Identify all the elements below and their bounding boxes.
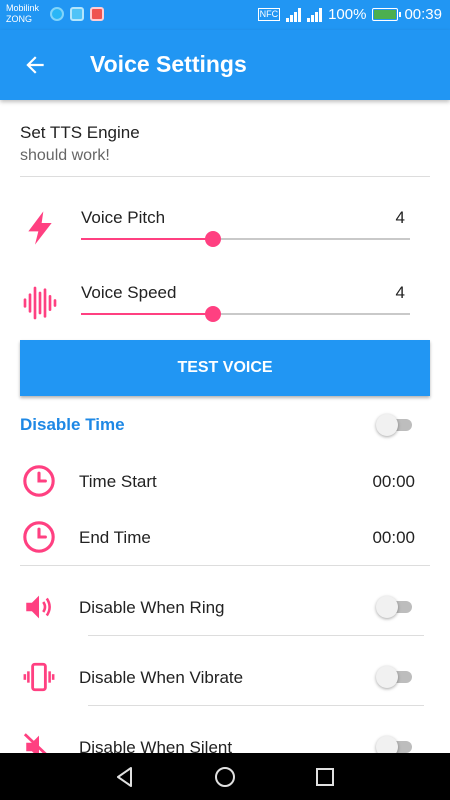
voice-pitch-slider[interactable]	[81, 231, 410, 247]
tts-engine-label: Set TTS Engine	[20, 123, 140, 142]
test-voice-button[interactable]: TEST VOICE	[20, 340, 430, 396]
soundwave-icon	[23, 286, 57, 320]
end-time-label: End Time	[79, 528, 151, 547]
time-start-label: Time Start	[79, 472, 157, 491]
carrier-line-2: ZONG	[6, 14, 32, 24]
voice-pitch-thumb[interactable]	[205, 231, 221, 247]
recents-square-icon[interactable]	[313, 765, 337, 789]
divider	[88, 635, 424, 636]
app-notification-icon	[50, 7, 64, 21]
phone-vibrate-icon	[23, 662, 55, 692]
home-circle-icon[interactable]	[213, 765, 237, 789]
sad-face-notification-icon	[90, 7, 104, 21]
disable-time-switch[interactable]	[376, 414, 416, 436]
divider	[20, 565, 430, 566]
battery-percent: 100%	[328, 6, 367, 23]
disable-time-title: Disable Time	[20, 415, 125, 434]
status-right: NFC 100% 00:39	[257, 6, 442, 23]
voice-speed-thumb[interactable]	[205, 306, 221, 322]
disable-vibrate-label: Disable When Vibrate	[79, 668, 244, 687]
clock: 00:39	[404, 6, 442, 23]
disable-ring-switch[interactable]	[376, 596, 416, 618]
app-bar: Voice Settings	[0, 30, 450, 100]
end-time-value: 00:00	[372, 528, 415, 547]
battery-icon	[372, 8, 402, 21]
time-start-value: 00:00	[372, 472, 415, 491]
divider	[20, 176, 430, 177]
voice-pitch-row: Voice Pitch 4	[0, 196, 450, 266]
page-title: Voice Settings	[90, 51, 247, 77]
nfc-icon: NFC	[257, 8, 281, 21]
clock-icon	[23, 521, 55, 553]
lightning-icon	[28, 211, 52, 245]
carrier-line-1: Mobilink	[6, 3, 40, 13]
clock-icon	[23, 465, 55, 497]
signal-icon-2	[307, 7, 323, 22]
divider	[88, 705, 424, 706]
voice-pitch-value: 4	[395, 208, 405, 227]
voice-speed-slider[interactable]	[81, 306, 410, 322]
disable-vibrate-switch[interactable]	[376, 666, 416, 688]
notification-icons	[50, 7, 104, 21]
back-triangle-icon[interactable]	[113, 765, 137, 789]
signal-icon	[286, 7, 302, 22]
arrow-back-icon[interactable]	[22, 52, 48, 78]
voice-pitch-label: Voice Pitch	[81, 208, 166, 227]
tts-engine-value: should work!	[20, 147, 110, 164]
carrier-label: Mobilink ZONG	[6, 3, 39, 25]
tv-notification-icon	[70, 7, 84, 21]
voice-speed-row: Voice Speed 4	[0, 271, 450, 341]
navigation-bar	[0, 753, 450, 800]
voice-speed-value: 4	[395, 283, 405, 302]
voice-speed-label: Voice Speed	[81, 283, 177, 302]
status-bar: Mobilink ZONG NFC 100% 00:39	[0, 0, 450, 30]
speaker-volume-icon	[26, 595, 51, 619]
disable-ring-label: Disable When Ring	[79, 598, 225, 617]
